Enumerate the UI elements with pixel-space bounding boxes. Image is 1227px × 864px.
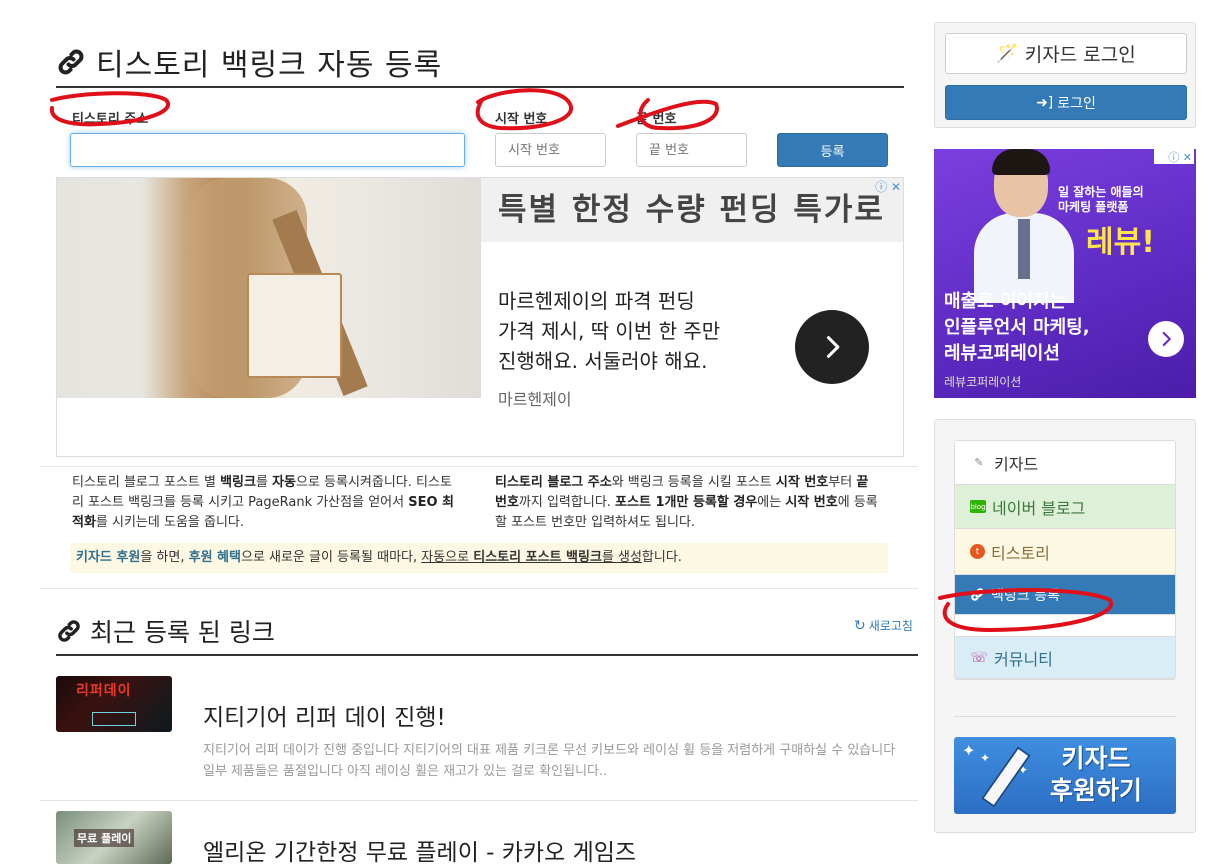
kizard-login-button[interactable]: 🪄 키자드 로그인 [945, 33, 1187, 74]
nav-item-kizard[interactable]: ✎ 키자드 [955, 441, 1175, 485]
divider [40, 800, 918, 801]
link-icon [58, 620, 80, 642]
register-button[interactable]: 등록 [777, 133, 888, 167]
side-ad-copy: 매출로 이어지는 인플루언서 마케팅, 레뷰코퍼레이션 [944, 291, 1090, 364]
start-number-input[interactable] [495, 133, 606, 167]
nav-spacer [955, 615, 1175, 637]
refresh-button[interactable]: ↻ 새로고침 [854, 617, 913, 634]
info-instructions: 티스토리 블로그 주소와 백링크 등록을 시킬 포스트 시작 번호부터 끝 번호… [495, 475, 878, 530]
login-button[interactable]: ➜] 로그인 [945, 85, 1187, 120]
sparkle-icon: ✦ [962, 741, 976, 760]
sign-in-icon: ➜] [1036, 94, 1054, 111]
page-title-text: 티스토리 백링크 자동 등록 [96, 48, 443, 83]
donate-benefit-link[interactable]: 후원 혜택 [189, 550, 241, 565]
magic-wand-icon: 🪄 [996, 43, 1019, 64]
side-ad-close-icon[interactable]: ⓘ ✕ [1154, 149, 1194, 164]
divider [40, 588, 918, 589]
donation-notice: 키자드 후원을 하면, 후원 혜택으로 새로운 글이 등록될 때마다, 자동으로… [70, 543, 888, 573]
nav-item-naver-blog[interactable]: blog 네이버 블로그 [955, 485, 1175, 529]
ad-headline: 특별 한정 수량 펀딩 특가로 [481, 178, 903, 242]
main-content: 티스토리 백링크 자동 등록 티스토리 주소 시작 번호 끝 번호 등록 특별 … [40, 0, 920, 864]
info-description: 티스토리 블로그 포스트 별 백링크를 자동으로 등록시켜줍니다. 티스토리 포… [72, 475, 454, 530]
refresh-icon: ↻ [854, 617, 866, 634]
ad-brand: 마르헨제이 [498, 390, 572, 409]
sparkle-icon: ✦ [980, 751, 991, 765]
link-icon [58, 49, 84, 75]
divider [954, 716, 1176, 717]
divider [40, 466, 918, 467]
nav-item-tistory[interactable]: t 티스토리 [955, 529, 1175, 575]
side-ad-banner[interactable]: 일 잘하는 애들의 마케팅 플랫폼 레뷰! 매출로 이어지는 인플루언서 마케팅… [934, 149, 1196, 398]
side-ad-logo: 레뷰! [1086, 225, 1155, 260]
nav-item-backlink[interactable]: 백링크 등록 [955, 575, 1175, 615]
item-thumbnail[interactable]: 리퍼데이 [56, 676, 172, 732]
page-title: 티스토리 백링크 자동 등록 [56, 38, 904, 88]
address-input[interactable] [70, 133, 465, 167]
list-item[interactable]: 무료 플레이 엘리온 기간한정 무료 플레이 - 카카오 게임즈 [56, 811, 918, 864]
address-label: 티스토리 주소 [72, 112, 149, 127]
end-number-input[interactable] [636, 133, 747, 167]
ad-image [57, 178, 481, 398]
nav-list: ✎ 키자드 blog 네이버 블로그 t 티스토리 백링크 등록 ☏ 커뮤니티 [954, 440, 1176, 680]
magic-wand-icon: ✎ [974, 456, 984, 469]
side-ad-arrow-icon[interactable] [1148, 321, 1184, 357]
side-ad-brand: 레뷰코퍼레이션 [944, 375, 1022, 389]
start-number-label: 시작 번호 [495, 112, 548, 127]
item-description: 지티기어 리퍼 데이가 진행 중입니다 지티기어의 대표 제품 키크론 무선 키… [203, 743, 896, 779]
item-thumbnail[interactable]: 무료 플레이 [56, 811, 172, 864]
ad-person-image [974, 149, 1074, 303]
ad-next-arrow-icon[interactable] [795, 310, 869, 384]
nav-item-community[interactable]: ☏ 커뮤니티 [955, 637, 1175, 679]
link-icon [971, 588, 984, 601]
naver-blog-icon: blog [970, 500, 986, 513]
chat-icon: ☏ [970, 649, 988, 666]
item-title[interactable]: 지티기어 리퍼 데이 진행! [203, 698, 446, 732]
end-number-label: 끝 번호 [636, 112, 677, 127]
side-ad-small: 일 잘하는 애들의 마케팅 플랫폼 [1058, 185, 1144, 214]
donate-button[interactable]: ✦ ✦ ✦ 키자드 후원하기 [954, 737, 1176, 814]
tistory-icon: t [970, 544, 985, 559]
recent-links-title-text: 최근 등록 된 링크 [90, 618, 275, 647]
list-item[interactable]: 리퍼데이 지티기어 리퍼 데이 진행! 지티기어 리퍼 데이가 진행 중입니다 … [56, 676, 918, 786]
ad-close-icon[interactable]: ⓘ ✕ [875, 178, 901, 195]
item-title[interactable]: 엘리온 기간한정 무료 플레이 - 카카오 게임즈 [203, 833, 636, 864]
ad-banner[interactable]: 특별 한정 수량 펀딩 특가로 마르헨제이의 파격 펀딩 가격 제시, 딱 이번… [56, 177, 904, 457]
donate-link[interactable]: 키자드 후원 [76, 550, 140, 565]
nav-panel: ✎ 키자드 blog 네이버 블로그 t 티스토리 백링크 등록 ☏ 커뮤니티 … [934, 419, 1196, 833]
login-panel: 🪄 키자드 로그인 ➜] 로그인 [934, 22, 1196, 128]
ad-body: 마르헨제이의 파격 펀딩 가격 제시, 딱 이번 한 주만 진행해요. 서둘러야… [498, 289, 721, 373]
recent-links-title: 최근 등록 된 링크 [56, 608, 918, 656]
